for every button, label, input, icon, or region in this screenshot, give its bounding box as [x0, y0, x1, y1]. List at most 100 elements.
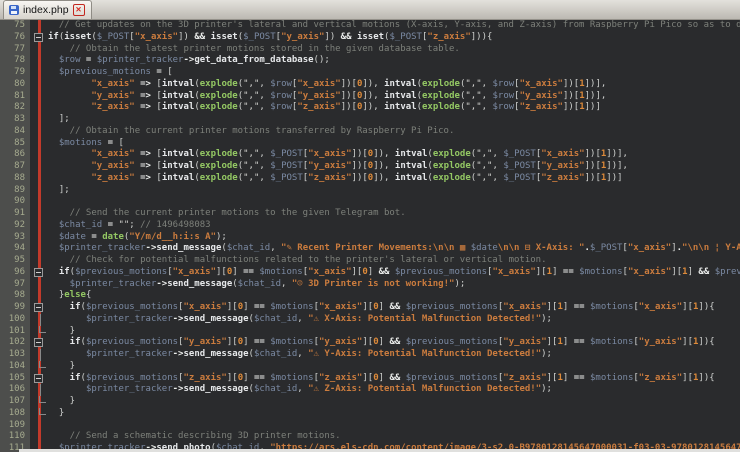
code-line: }: [48, 326, 75, 338]
code-line: $printer_tracker->send_message($chat_id,…: [48, 349, 552, 361]
line-number: 77: [0, 44, 30, 56]
code-line: if($previous_motions["x_axis"][0] == $mo…: [48, 302, 715, 314]
code-line: $printer_tracker->send_message($chat_id,…: [48, 279, 465, 291]
fold-collapse-icon[interactable]: [34, 338, 43, 347]
fold-margin[interactable]: [30, 337, 48, 349]
line-number: 80: [0, 79, 30, 91]
editor-row: 108}: [0, 408, 740, 420]
code-line: // Send the current printer motions to t…: [48, 208, 406, 220]
editor-row: 106$printer_tracker->send_message($chat_…: [0, 384, 740, 396]
editor-row: 89];: [0, 185, 740, 197]
editor-row: 87 "y_axis" => [intval(explode(",", $_POS…: [0, 161, 740, 173]
notepad-plus-plus-window: index.php ✕ 75 // Get updates on the 3D p…: [0, 0, 740, 452]
line-number: 87: [0, 161, 30, 173]
code-line: if($previous_motions["x_axis"][0] == $mo…: [48, 267, 740, 279]
editor-row: 105if($previous_motions["z_axis"][0] == …: [0, 373, 740, 385]
tab-index-php[interactable]: index.php ✕: [3, 0, 92, 19]
line-number: 103: [0, 349, 30, 361]
code-line: // Get updates on the 3D printer's later…: [48, 20, 740, 32]
code-line: ];: [48, 185, 70, 197]
code-line: $chat_id = ""; // 1496498083: [48, 220, 211, 232]
editor-row: 94$printer_tracker->send_message($chat_i…: [0, 243, 740, 255]
code-line: }else{: [48, 290, 91, 302]
line-number: 96: [0, 267, 30, 279]
line-number: 105: [0, 373, 30, 385]
line-number: 81: [0, 91, 30, 103]
line-number: 91: [0, 208, 30, 220]
editor-row: 97 $printer_tracker->send_message($chat_i…: [0, 279, 740, 291]
editor-row: 84 // Obtain the current printer motions …: [0, 126, 740, 138]
editor-row: 88"z_axis" => [intval(explode(",", $_POS…: [0, 173, 740, 185]
editor-row: 90: [0, 196, 740, 208]
fold-connector-line: [40, 384, 41, 396]
line-number: 95: [0, 255, 30, 267]
code-line: $printer_tracker->send_message($chat_id,…: [48, 384, 552, 396]
line-number: 79: [0, 67, 30, 79]
line-number: 75: [0, 20, 30, 32]
line-number: 104: [0, 361, 30, 373]
editor-row: 109: [0, 420, 740, 432]
editor-row: 75 // Get updates on the 3D printer's lat…: [0, 20, 740, 32]
fold-margin[interactable]: [30, 32, 48, 44]
line-number: 88: [0, 173, 30, 185]
fold-tail-icon: [39, 396, 46, 403]
code-line: $motions = [: [48, 138, 124, 150]
code-line: if(isset($_POST["x_axis"]) && isset($_PO…: [48, 32, 492, 44]
code-line: }: [48, 408, 64, 420]
fold-collapse-icon[interactable]: [34, 33, 43, 42]
line-number: 109: [0, 420, 30, 432]
line-number: 102: [0, 337, 30, 349]
line-number: 93: [0, 232, 30, 244]
code-line: "y_axis" => [intval(explode(",", $_POST[…: [48, 161, 628, 173]
line-number: 107: [0, 396, 30, 408]
code-line: $printer_tracker->send_message($chat_id,…: [48, 243, 740, 255]
editor-row: 82"z_axis" => [intval(explode(",", $row[…: [0, 102, 740, 114]
line-number: 98: [0, 290, 30, 302]
code-lines: 75 // Get updates on the 3D printer's lat…: [0, 20, 740, 452]
line-number: 97: [0, 279, 30, 291]
code-line: $date = date("Y/m/d__h:i:s A");: [48, 232, 227, 244]
code-line: if($previous_motions["y_axis"][0] == $mo…: [48, 337, 715, 349]
editor-row: 100$printer_tracker->send_message($chat_…: [0, 314, 740, 326]
line-number: 89: [0, 185, 30, 197]
line-number: 76: [0, 32, 30, 44]
code-line: $previous_motions = [: [48, 67, 173, 79]
editor-row: 96 if($previous_motions["x_axis"][0] == $…: [0, 267, 740, 279]
fold-margin[interactable]: [30, 302, 48, 314]
fold-margin[interactable]: [30, 267, 48, 279]
editor-row: 92$chat_id = ""; // 1496498083: [0, 220, 740, 232]
code-line: "x_axis" => [intval(explode(",", $_POST[…: [48, 149, 628, 161]
code-line: // Obtain the current printer motions tr…: [48, 126, 454, 138]
editor-row: 79 $previous_motions = [: [0, 67, 740, 79]
close-icon[interactable]: ✕: [73, 4, 85, 16]
code-line: // Send a schematic describing 3D printe…: [48, 431, 341, 443]
editor-row: 86"x_axis" => [intval(explode(",", $_POS…: [0, 149, 740, 161]
fold-collapse-icon[interactable]: [34, 303, 43, 312]
line-number: 90: [0, 196, 30, 208]
editor-row: 110// Send a schematic describing 3D pri…: [0, 431, 740, 443]
editor-row: 99 if($previous_motions["x_axis"][0] == $…: [0, 302, 740, 314]
fold-collapse-icon[interactable]: [34, 268, 43, 277]
code-line: "y_axis" => [intval(explode(",", $row["y…: [48, 91, 606, 103]
line-number: 101: [0, 326, 30, 338]
editor-row: 78$row = $printer_tracker->get_data_from…: [0, 55, 740, 67]
editor-row: 103 $printer_tracker->send_message($chat_…: [0, 349, 740, 361]
editor-row: 102 if($previous_motions["y_axis"][0] == …: [0, 337, 740, 349]
line-number: 84: [0, 126, 30, 138]
fold-margin[interactable]: [30, 373, 48, 385]
line-number: 85: [0, 138, 30, 150]
line-number: 78: [0, 55, 30, 67]
editor-row: 76 if(isset($_POST["x_axis"]) && isset($_…: [0, 32, 740, 44]
code-line: // Check for potential malfunctions rela…: [48, 255, 547, 267]
code-line: "x_axis" => [intval(explode(",", $row["x…: [48, 79, 606, 91]
line-number: 83: [0, 114, 30, 126]
code-line: "z_axis" => [intval(explode(",", $row["z…: [48, 102, 601, 114]
fold-tail-icon: [39, 361, 46, 368]
line-number: 99: [0, 302, 30, 314]
fold-collapse-icon[interactable]: [34, 374, 43, 383]
fold-tail-icon: [39, 408, 46, 415]
code-editor[interactable]: 75 // Get updates on the 3D printer's lat…: [0, 20, 740, 452]
code-line: ];: [48, 114, 70, 126]
fold-connector-line: [40, 349, 41, 361]
editor-row: 107}: [0, 396, 740, 408]
